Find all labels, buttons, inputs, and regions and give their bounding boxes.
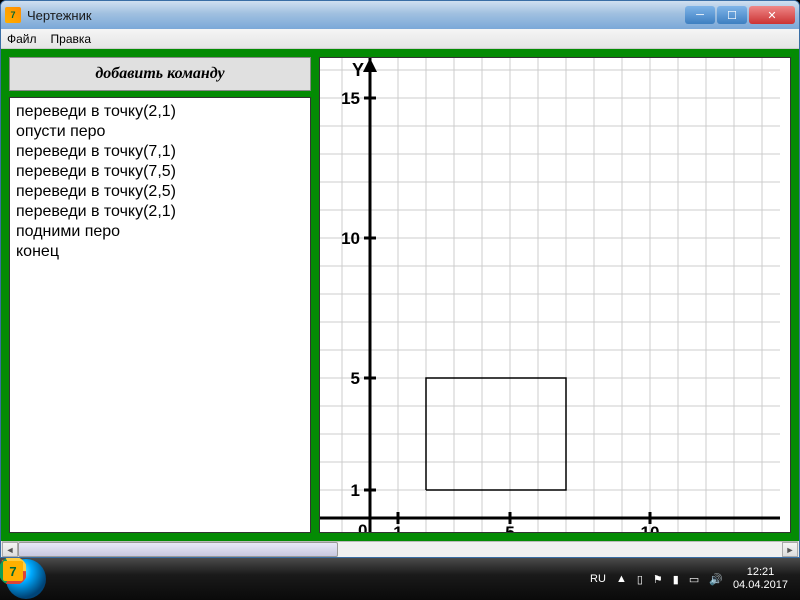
maximize-button[interactable]: ☐: [717, 6, 747, 24]
svg-text:1: 1: [351, 481, 360, 500]
code-line: опусти перо: [16, 122, 304, 142]
svg-text:5: 5: [351, 369, 360, 388]
tray-clock[interactable]: 12:21 04.04.2017: [733, 566, 788, 592]
canvas-area[interactable]: Y1510151510150: [319, 57, 791, 533]
code-line: переведи в точку(2,1): [16, 202, 304, 222]
titlebar[interactable]: 7 Чертежник ─ ☐ ✕: [1, 1, 799, 29]
add-command-button[interactable]: добавить команду: [9, 57, 311, 91]
code-line: переведи в точку(2,5): [16, 182, 304, 202]
chrome-icon[interactable]: [184, 562, 224, 596]
close-button[interactable]: ✕: [749, 6, 795, 24]
tray-network-icon[interactable]: ▮: [673, 573, 679, 586]
system-tray: RU ▲ ▯ ⚑ ▮ ▭ 🔊 12:21 04.04.2017: [590, 566, 794, 592]
code-line: конец: [16, 242, 304, 262]
tray-action-icon[interactable]: ⚑: [653, 573, 663, 586]
code-area[interactable]: переведи в точку(2,1)опусти перопереведи…: [9, 97, 311, 533]
word-icon[interactable]: W: [228, 562, 268, 596]
horizontal-scrollbar[interactable]: ◄ ►: [2, 541, 798, 557]
scroll-thumb[interactable]: [18, 542, 338, 557]
code-line: переведи в точку(2,1): [16, 102, 304, 122]
svg-text:1: 1: [393, 523, 402, 533]
window-title: Чертежник: [27, 8, 685, 23]
media-player-icon[interactable]: [140, 562, 180, 596]
app-icon: 7: [5, 7, 21, 23]
svg-text:0: 0: [358, 521, 367, 533]
svg-text:7: 7: [9, 564, 16, 579]
tray-flag-icon[interactable]: ▯: [637, 573, 643, 586]
plot-svg: Y1510151510150: [320, 58, 780, 533]
svg-text:10: 10: [641, 523, 660, 533]
code-line: переведи в точку(7,5): [16, 162, 304, 182]
app-window: 7 Чертежник ─ ☐ ✕ Файл Правка добавить к…: [0, 0, 800, 558]
tray-volume-icon[interactable]: 🔊: [709, 573, 723, 586]
client-area: добавить команду переведи в точку(2,1)оп…: [1, 49, 799, 541]
code-line: переведи в точку(7,1): [16, 142, 304, 162]
ie-icon[interactable]: [52, 562, 92, 596]
menu-file[interactable]: Файл: [7, 32, 37, 46]
svg-text:Y: Y: [352, 60, 364, 80]
scroll-right-arrow[interactable]: ►: [782, 542, 798, 557]
taskbar-icons: W 7: [52, 562, 312, 596]
scroll-track[interactable]: [18, 542, 782, 557]
tray-date: 04.04.2017: [733, 579, 788, 592]
window-buttons: ─ ☐ ✕: [685, 6, 795, 24]
taskbar: W 7 RU ▲ ▯ ⚑ ▮ ▭ 🔊 12:21 04.04.2017: [0, 558, 800, 600]
app-task-icon[interactable]: 7: [272, 562, 312, 596]
menu-edit[interactable]: Правка: [51, 32, 92, 46]
tray-up-icon[interactable]: ▲: [616, 573, 627, 585]
svg-text:5: 5: [505, 523, 514, 533]
menubar: Файл Правка: [1, 29, 799, 49]
tray-lang[interactable]: RU: [590, 573, 606, 585]
svg-text:15: 15: [341, 89, 360, 108]
left-panel: добавить команду переведи в точку(2,1)оп…: [9, 57, 311, 533]
minimize-button[interactable]: ─: [685, 6, 715, 24]
explorer-icon[interactable]: [96, 562, 136, 596]
svg-text:10: 10: [341, 229, 360, 248]
tray-battery-icon[interactable]: ▭: [689, 573, 699, 586]
scroll-left-arrow[interactable]: ◄: [2, 542, 18, 557]
tray-time: 12:21: [733, 566, 788, 579]
code-line: подними перо: [16, 222, 304, 242]
